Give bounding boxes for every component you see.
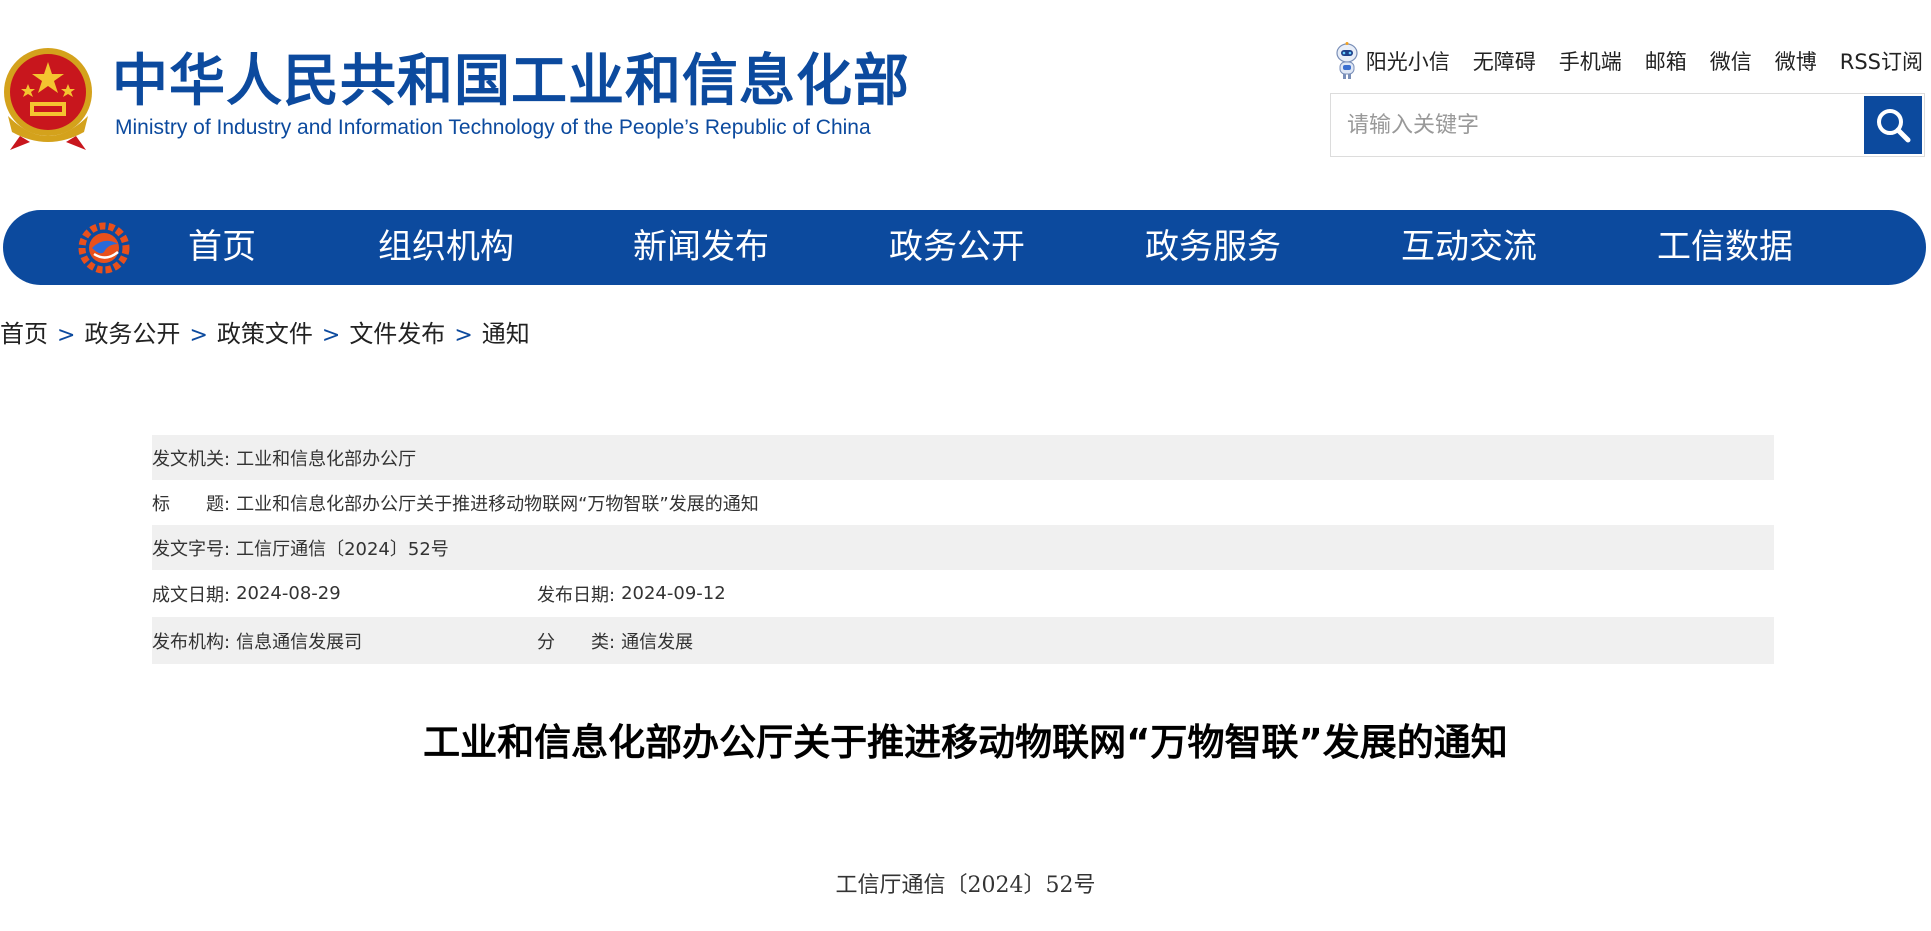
breadcrumb: 首页 > 政务公开 > 政策文件 > 文件发布 > 通知 [0, 314, 530, 349]
breadcrumb-separator: > [189, 323, 208, 348]
nav-government-affairs[interactable]: 政务公开 [889, 210, 1025, 285]
issuer-label: 发文机关: [152, 448, 231, 470]
breadcrumb-notice[interactable]: 通知 [482, 320, 530, 348]
main-nav: 首页 组织机构 新闻发布 政务公开 政务服务 互动交流 工信数据 [3, 210, 1926, 285]
toplink-sunshine[interactable]: 阳光小信 [1366, 46, 1450, 76]
issuer-value: 工业和信息化部办公厅 [236, 448, 417, 470]
search-icon [1877, 109, 1911, 143]
title-value: 工业和信息化部办公厅关于推进移动物联网“万物智联”发展的通知 [236, 493, 759, 515]
info-row-doc-number: 发文字号: 工信厅通信〔2024〕52号 [152, 525, 1774, 570]
toplink-wechat[interactable]: 微信 [1710, 46, 1752, 76]
breadcrumb-separator: > [321, 323, 341, 348]
category-label: 分 类: [537, 631, 616, 653]
toplink-email[interactable]: 邮箱 [1645, 46, 1687, 76]
search-button[interactable] [1864, 96, 1922, 154]
toplink-accessibility[interactable]: 无障碍 [1473, 46, 1536, 76]
agency-label: 发布机构: [152, 631, 231, 653]
nav-government-services[interactable]: 政务服务 [1145, 210, 1281, 285]
doc-number-value: 工信厅通信〔2024〕52号 [236, 538, 449, 560]
info-row-title: 标 题: 工业和信息化部办公厅关于推进移动物联网“万物智联”发展的通知 [152, 480, 1774, 525]
written-date-value: 2024-08-29 [236, 583, 341, 604]
written-date-label: 成文日期: [152, 584, 231, 606]
nav-data[interactable]: 工信数据 [1657, 210, 1793, 285]
nav-organization[interactable]: 组织机构 [378, 210, 514, 285]
info-row-dates: 成文日期: 2024-08-29 发布日期: 2024-09-12 [152, 570, 1774, 617]
nav-home[interactable]: 首页 [188, 210, 256, 285]
national-emblem-icon [0, 46, 96, 152]
article-title: 工业和信息化部办公厅关于推进移动物联网“万物智联”发展的通知 [423, 721, 1508, 764]
breadcrumb-policy-documents[interactable]: 政策文件 [217, 320, 313, 348]
top-links: 阳光小信 无障碍 手机端 邮箱 微信 微博 RSS订阅 [1334, 42, 1923, 80]
breadcrumb-government-affairs[interactable]: 政务公开 [84, 320, 180, 348]
article-doc-number: 工信厅通信〔2024〕52号 [835, 873, 1096, 898]
miit-logo-icon[interactable] [78, 222, 130, 274]
document-info-table: 发文机关: 工业和信息化部办公厅 标 题: 工业和信息化部办公厅关于推进移动物联网“… [152, 435, 1774, 664]
search-input[interactable] [1331, 94, 1861, 156]
breadcrumb-separator: > [454, 323, 473, 348]
breadcrumb-separator: > [57, 323, 76, 348]
site-title[interactable]: 中华人民共和国工业和信息化部 [112, 50, 910, 114]
title-label: 标 题: [152, 493, 231, 515]
search-box [1330, 93, 1925, 157]
breadcrumb-document-release[interactable]: 文件发布 [349, 320, 445, 348]
nav-news[interactable]: 新闻发布 [633, 210, 769, 285]
toplink-rss[interactable]: RSS订阅 [1840, 46, 1923, 76]
info-row-issuer: 发文机关: 工业和信息化部办公厅 [152, 435, 1774, 480]
publish-date-value: 2024-09-12 [621, 583, 726, 604]
site-subtitle: Ministry of Industry and Information Tec… [115, 116, 871, 139]
nav-interaction[interactable]: 互动交流 [1401, 210, 1537, 285]
info-row-agency: 发布机构: 信息通信发展司 分 类: 通信发展 [152, 617, 1774, 664]
robot-assistant-icon[interactable] [1334, 42, 1360, 80]
publish-date-label: 发布日期: [537, 584, 616, 606]
doc-number-label: 发文字号: [152, 538, 231, 560]
toplink-weibo[interactable]: 微博 [1775, 46, 1817, 76]
agency-value: 信息通信发展司 [236, 631, 363, 653]
category-value: 通信发展 [621, 631, 694, 653]
breadcrumb-home[interactable]: 首页 [0, 320, 48, 348]
toplink-mobile[interactable]: 手机端 [1559, 46, 1622, 76]
